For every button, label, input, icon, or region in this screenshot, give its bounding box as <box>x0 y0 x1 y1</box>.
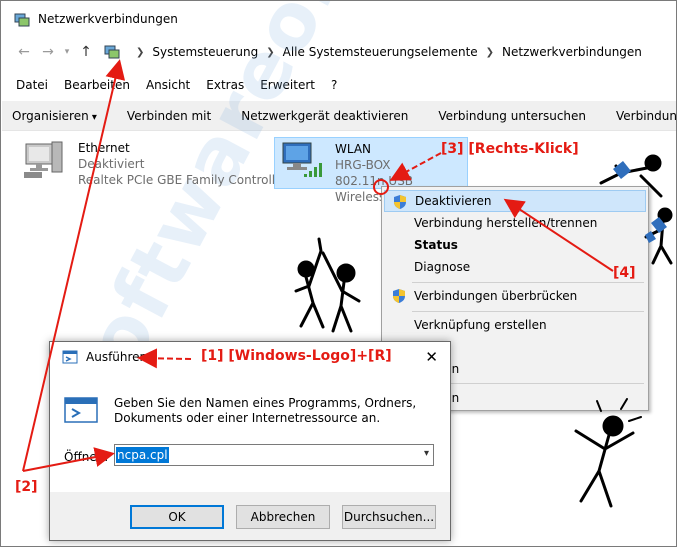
click-marker <box>373 179 389 195</box>
arrow-2-address <box>22 59 126 472</box>
network-connections-window: Netzwerkverbindungen ← → ▾ ↑ ❯ Systemste… <box>0 0 677 547</box>
annotation-overlay <box>22 59 673 508</box>
arrow-3 <box>389 152 442 181</box>
annotation-4: [4] <box>613 265 636 281</box>
arrow-2-input <box>22 447 115 472</box>
arrow-4 <box>503 198 614 272</box>
device-icons <box>613 161 667 243</box>
annotation-2: [2] <box>15 479 38 495</box>
arrow-1 <box>137 348 192 369</box>
annotation-3: [3] [Rechts-Klick] <box>441 141 579 157</box>
stick-figures-icon <box>294 154 673 508</box>
annotation-1: [1] [Windows-Logo]+[R] <box>201 348 392 364</box>
